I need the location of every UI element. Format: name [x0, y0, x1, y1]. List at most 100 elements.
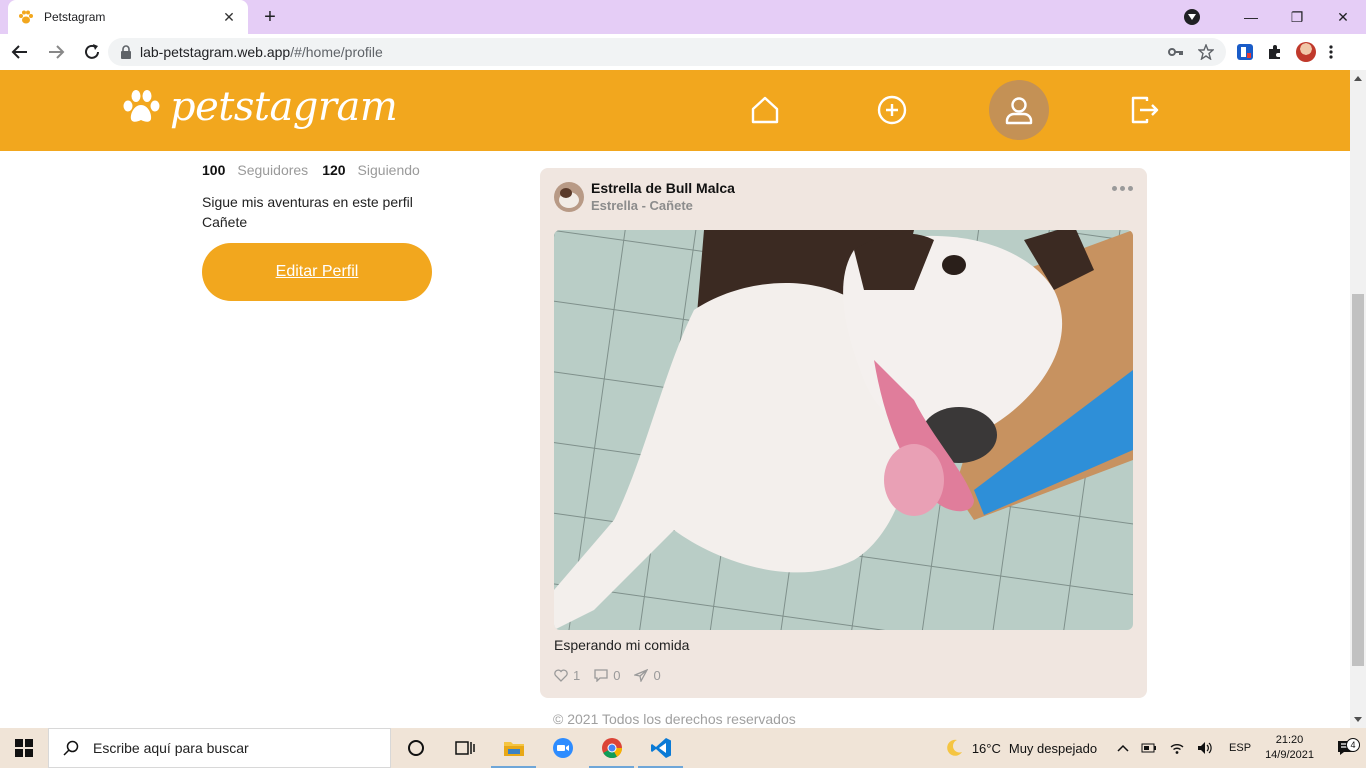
dog-photo — [554, 230, 1133, 630]
bio-location: Cañete — [202, 214, 248, 230]
cortana-icon — [407, 740, 424, 756]
menu-kebab-icon[interactable] — [1328, 44, 1334, 60]
clock-date: 14/9/2021 — [1265, 749, 1314, 761]
arrow-left-icon — [11, 45, 27, 59]
back-button[interactable] — [4, 36, 36, 68]
window-controls: — ❐ ✕ — [1184, 0, 1366, 34]
weather-text: Muy despejado — [1008, 740, 1098, 756]
page-scrollbar[interactable] — [1350, 70, 1366, 728]
windows-taskbar: Escribe aquí para buscar 16°C Muy despej… — [0, 728, 1366, 768]
post-subtitle: Estrella - Cañete — [591, 198, 693, 213]
user-icon — [1005, 97, 1033, 125]
post-actions: 1 0 0 — [554, 668, 661, 683]
shares-count: 0 — [653, 668, 661, 683]
extension-icon[interactable] — [1236, 43, 1254, 61]
profile-avatar[interactable] — [1296, 42, 1316, 62]
tab-search-icon[interactable] — [1184, 9, 1200, 25]
likes-count: 1 — [573, 668, 581, 683]
key-icon[interactable] — [1168, 47, 1184, 57]
reload-icon — [85, 44, 99, 59]
post-caption: Esperando mi comida — [554, 637, 690, 653]
vscode-button[interactable] — [636, 728, 685, 768]
profile-info: 100 Seguidores 120 Siguiendo Sigue mis a… — [202, 162, 442, 301]
more-options-icon[interactable] — [1112, 186, 1133, 191]
puzzle-icon[interactable] — [1266, 43, 1284, 61]
volume-icon[interactable] — [1197, 741, 1213, 755]
nav-home-button[interactable] — [735, 80, 795, 140]
start-button[interactable] — [0, 728, 48, 768]
system-tray: 16°C Muy despejado ESP 21:20 14/9/2021 4 — [944, 728, 1366, 768]
send-icon — [634, 669, 649, 682]
url-text: lab-petstagram.web.app/#/home/profile — [140, 44, 383, 60]
chrome-button[interactable] — [587, 728, 636, 768]
folder-icon — [503, 742, 524, 756]
zoom-icon — [552, 738, 573, 758]
browser-tabstrip: Petstagram ✕ + — ❐ ✕ — [0, 0, 1366, 34]
close-window-button[interactable]: ✕ — [1320, 9, 1366, 26]
browser-tab[interactable]: Petstagram ✕ — [8, 0, 248, 34]
extensions-area — [1236, 38, 1334, 66]
edit-profile-button[interactable]: Editar Perfil — [202, 243, 432, 301]
taskbar-clock[interactable]: 21:20 14/9/2021 — [1265, 733, 1314, 763]
tab-close-icon[interactable]: ✕ — [220, 9, 238, 26]
paw-icon — [123, 90, 160, 122]
following-count: 120 — [322, 162, 346, 178]
new-tab-button[interactable]: + — [258, 6, 282, 28]
post-card: Estrella de Bull Malca Estrella - Cañete — [540, 168, 1147, 698]
bio-line: Sigue mis aventuras en este perfil — [202, 194, 413, 210]
restore-button[interactable]: ❐ — [1274, 9, 1320, 26]
lock-icon — [121, 45, 131, 59]
moon-icon — [947, 739, 962, 756]
profile-stats: 100 Seguidores 120 Siguiendo — [202, 162, 442, 178]
task-view-button[interactable] — [440, 728, 489, 768]
followers-label[interactable]: Seguidores — [237, 162, 308, 178]
post-avatar[interactable] — [554, 181, 584, 212]
logout-icon — [1131, 96, 1159, 124]
followers-count: 100 — [202, 162, 226, 178]
comments-count: 0 — [613, 668, 621, 683]
brand-name: petstagram — [170, 84, 398, 130]
add-circle-icon — [877, 95, 907, 125]
page-footer: © 2021 Todos los derechos reservados — [553, 711, 796, 727]
nav-profile-button[interactable] — [989, 80, 1049, 140]
post-image[interactable] — [554, 230, 1133, 630]
arrow-right-icon — [49, 45, 65, 59]
task-view-icon — [454, 741, 475, 755]
comment-button[interactable]: 0 — [594, 668, 620, 683]
search-placeholder: Escribe aquí para buscar — [93, 740, 249, 756]
comment-icon — [594, 669, 608, 682]
minimize-button[interactable]: — — [1228, 9, 1274, 25]
cortana-button[interactable] — [391, 728, 440, 768]
post-header: Estrella de Bull Malca Estrella - Cañete — [554, 180, 735, 213]
search-icon — [63, 740, 79, 756]
address-bar[interactable]: lab-petstagram.web.app/#/home/profile — [108, 38, 1226, 66]
like-button[interactable]: 1 — [554, 668, 580, 683]
taskbar-search[interactable]: Escribe aquí para buscar — [48, 728, 391, 768]
nav-logout-button[interactable] — [1115, 80, 1175, 140]
forward-button[interactable] — [40, 36, 72, 68]
tab-title: Petstagram — [44, 10, 106, 24]
scroll-down-icon[interactable] — [1354, 717, 1362, 722]
browser-toolbar: lab-petstagram.web.app/#/home/profile — [0, 34, 1366, 70]
weather-widget[interactable]: 16°C Muy despejado — [944, 738, 1097, 758]
vscode-icon — [650, 738, 671, 758]
share-button[interactable]: 0 — [634, 668, 661, 683]
file-explorer-button[interactable] — [489, 728, 538, 768]
input-language[interactable]: ESP — [1229, 742, 1251, 754]
following-label[interactable]: Siguiendo — [358, 162, 420, 178]
bookmark-star-icon[interactable] — [1198, 44, 1214, 60]
wifi-icon[interactable] — [1169, 741, 1185, 755]
reload-button[interactable] — [76, 36, 108, 68]
zoom-button[interactable] — [538, 728, 587, 768]
scroll-up-icon[interactable] — [1354, 76, 1362, 81]
post-user-name[interactable]: Estrella de Bull Malca — [591, 180, 735, 196]
chevron-up-icon[interactable] — [1117, 744, 1129, 752]
brand-logo[interactable]: petstagram — [122, 84, 398, 130]
notifications-button[interactable]: 4 — [1326, 738, 1366, 756]
nav-add-post-button[interactable] — [862, 80, 922, 140]
battery-icon[interactable] — [1141, 743, 1157, 753]
app-header: petstagram — [0, 70, 1350, 151]
notification-badge: 4 — [1346, 738, 1360, 752]
page-viewport: petstagram 100 Seguidores 120 Siguiendo … — [0, 70, 1350, 728]
scroll-thumb[interactable] — [1352, 294, 1364, 666]
